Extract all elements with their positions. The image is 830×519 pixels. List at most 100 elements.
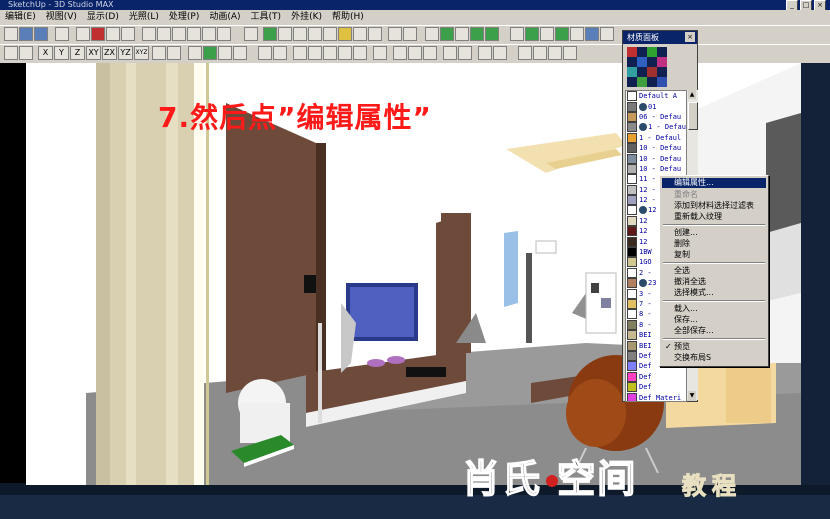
- material-list-item[interactable]: Def: [626, 371, 686, 382]
- material-list-item[interactable]: 1 - Defaul: [626, 132, 686, 143]
- context-menu-item[interactable]: 载入...: [662, 304, 766, 314]
- arrow-2-icon[interactable]: [273, 46, 287, 60]
- shade-icon[interactable]: [455, 27, 469, 41]
- zoom-all-icon[interactable]: [403, 27, 417, 41]
- context-menu-item[interactable]: 交换布局S: [662, 353, 766, 363]
- scroll-down-icon[interactable]: ▼: [688, 391, 696, 400]
- zoom-window-icon[interactable]: [308, 27, 322, 41]
- view-xyz-button[interactable]: XYZ: [134, 46, 149, 60]
- undo-icon[interactable]: [55, 27, 69, 41]
- layers-icon[interactable]: [188, 46, 202, 60]
- fly-icon[interactable]: [563, 46, 577, 60]
- view-x-button[interactable]: X: [38, 46, 53, 60]
- menu-view[interactable]: 视图(V): [41, 10, 82, 25]
- cursor-icon[interactable]: [244, 27, 258, 41]
- axis-icon[interactable]: [4, 46, 18, 60]
- view-z-button[interactable]: Z: [70, 46, 85, 60]
- context-menu-item[interactable]: 全部保存...: [662, 326, 766, 336]
- context-menu-item[interactable]: 选择模式...: [662, 288, 766, 298]
- menu-animation[interactable]: 动画(A): [204, 10, 245, 25]
- material-list-item[interactable]: Default A: [626, 91, 686, 102]
- scroll-up-icon[interactable]: ▲: [688, 90, 696, 99]
- box-view-5-icon[interactable]: [202, 27, 216, 41]
- section-icon[interactable]: [393, 46, 407, 60]
- texture-icon[interactable]: [525, 27, 539, 41]
- add-icon[interactable]: [478, 46, 492, 60]
- menu-lighting[interactable]: 光照(L): [124, 10, 164, 25]
- help-icon[interactable]: [91, 27, 105, 41]
- material-icon[interactable]: [510, 27, 524, 41]
- render-icon[interactable]: [440, 27, 454, 41]
- material-list-item[interactable]: 10 - Defau: [626, 153, 686, 164]
- layer-icon[interactable]: [540, 27, 554, 41]
- paste-icon[interactable]: [233, 46, 247, 60]
- new-file-icon[interactable]: [4, 27, 18, 41]
- context-menu-item[interactable]: 全选: [662, 266, 766, 276]
- align-icon[interactable]: [338, 46, 352, 60]
- context-menu-item[interactable]: 创建...: [662, 228, 766, 238]
- context-menu-item[interactable]: 复制: [662, 250, 766, 260]
- view-y-button[interactable]: Y: [54, 46, 69, 60]
- cube-icon[interactable]: [485, 27, 499, 41]
- solid-icon[interactable]: [470, 27, 484, 41]
- scale-icon[interactable]: [293, 46, 307, 60]
- material-list-item[interactable]: 10 - Defau: [626, 143, 686, 154]
- context-menu-item[interactable]: ✓ 预览: [662, 342, 766, 352]
- material-panel-close-button[interactable]: ×: [685, 32, 695, 42]
- move-icon[interactable]: [323, 27, 337, 41]
- grid-toggle-icon[interactable]: [19, 46, 33, 60]
- array-icon[interactable]: [323, 46, 337, 60]
- pan-icon[interactable]: [278, 27, 292, 41]
- box-view-6-icon[interactable]: [217, 27, 231, 41]
- measure-icon[interactable]: [373, 46, 387, 60]
- box-view-4-icon[interactable]: [187, 27, 201, 41]
- camera-icon[interactable]: [152, 46, 166, 60]
- save-icon[interactable]: [34, 27, 48, 41]
- arrow-icon[interactable]: [258, 46, 272, 60]
- view-xy-button[interactable]: XY: [86, 46, 101, 60]
- context-menu-item[interactable]: 添加到材料选择过滤表: [662, 201, 766, 211]
- component-icon[interactable]: [570, 27, 584, 41]
- open-file-icon[interactable]: [19, 27, 33, 41]
- material-list-item[interactable]: 01: [626, 101, 686, 112]
- zoom-icon[interactable]: [293, 27, 307, 41]
- box-view-2-icon[interactable]: [157, 27, 171, 41]
- rotate-icon[interactable]: [353, 27, 367, 41]
- person-icon[interactable]: [548, 46, 562, 60]
- section-2-icon[interactable]: [408, 46, 422, 60]
- menu-display[interactable]: 显示(D): [82, 10, 124, 25]
- box-view-icon[interactable]: [142, 27, 156, 41]
- context-menu-item[interactable]: 编辑属性...: [662, 178, 766, 188]
- material-list-item[interactable]: Def: [626, 382, 686, 393]
- orbit-icon[interactable]: [263, 27, 277, 41]
- material-list-item[interactable]: 10 - Defau: [626, 163, 686, 174]
- material-list-item[interactable]: 06 - Defau: [626, 111, 686, 122]
- context-menu-item[interactable]: 重新载入纹理: [662, 212, 766, 222]
- text-icon[interactable]: [458, 46, 472, 60]
- light-icon[interactable]: [338, 27, 352, 41]
- material-list-item[interactable]: Def Materi: [626, 392, 686, 401]
- menu-edit[interactable]: 编辑(E): [0, 10, 41, 25]
- view-yz-button[interactable]: YZ: [118, 46, 133, 60]
- group-icon[interactable]: [555, 27, 569, 41]
- material-list-item[interactable]: 1 - Defaul: [626, 122, 686, 133]
- view-zx-button[interactable]: ZX: [102, 46, 117, 60]
- menu-help[interactable]: 帮助(H): [327, 10, 369, 25]
- ruler-icon[interactable]: [443, 46, 457, 60]
- context-menu-item[interactable]: 删除: [662, 239, 766, 249]
- context-menu-item[interactable]: 撤消全选: [662, 277, 766, 287]
- dimension-icon[interactable]: [493, 46, 507, 60]
- walk-icon[interactable]: [518, 46, 532, 60]
- scroll-thumb[interactable]: [688, 102, 698, 130]
- context-menu-item[interactable]: 保存...: [662, 315, 766, 325]
- zoom-extents-icon[interactable]: [388, 27, 402, 41]
- refresh-icon[interactable]: [368, 27, 382, 41]
- cut-icon[interactable]: [121, 27, 135, 41]
- box-view-3-icon[interactable]: [172, 27, 186, 41]
- settings-icon[interactable]: [600, 27, 614, 41]
- globe-icon[interactable]: [585, 27, 599, 41]
- grid-icon[interactable]: [425, 27, 439, 41]
- print-icon[interactable]: [106, 27, 120, 41]
- sphere-icon[interactable]: [203, 46, 217, 60]
- menu-process[interactable]: 处理(P): [164, 10, 204, 25]
